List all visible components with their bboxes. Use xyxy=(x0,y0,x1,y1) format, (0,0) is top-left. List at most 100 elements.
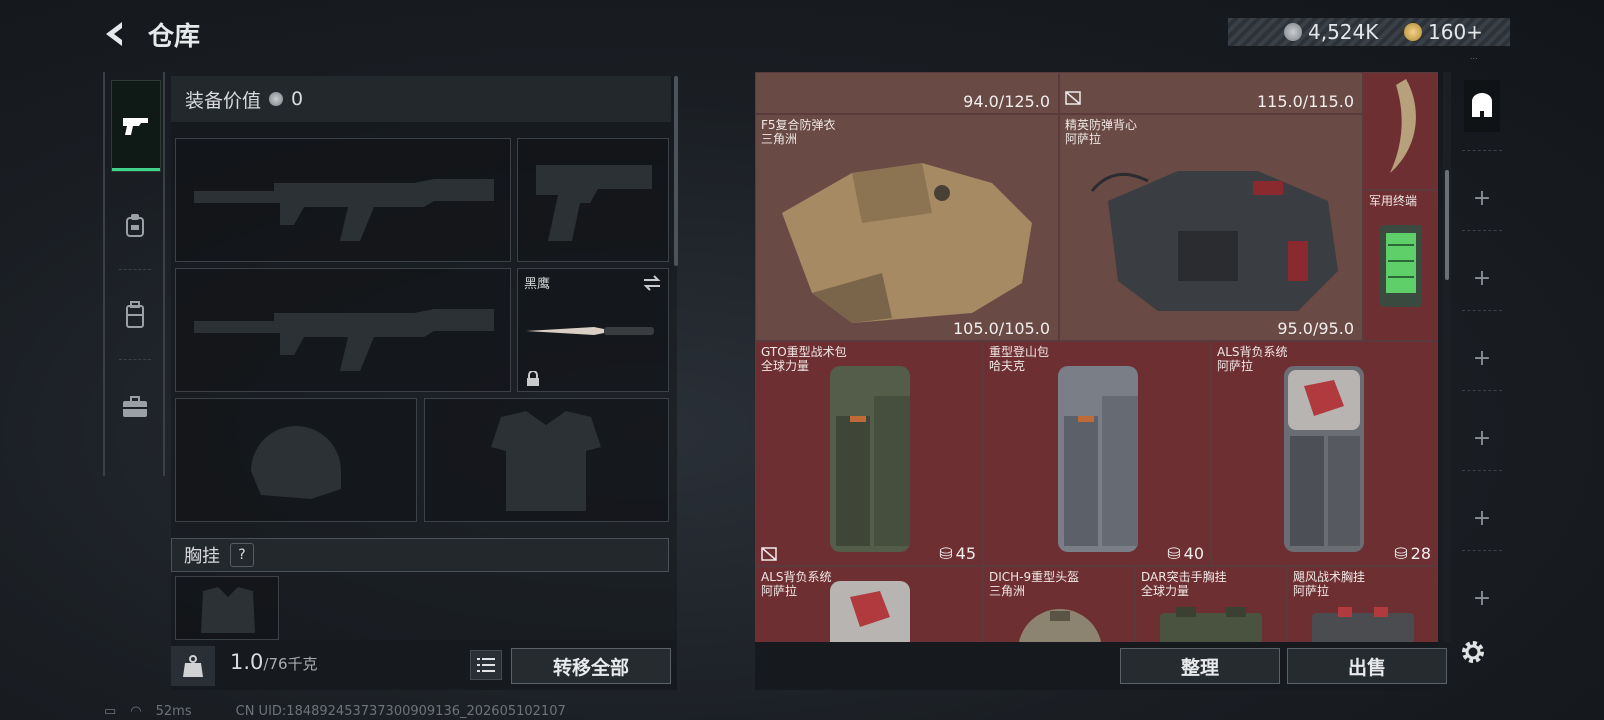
chest-rig-icon xyxy=(1160,607,1262,642)
swap-icon[interactable] xyxy=(642,275,662,291)
knife-icon xyxy=(526,327,654,335)
status-bar: ▭ ◠ 52ms CN UID:184892453737300909136_20… xyxy=(104,704,566,719)
ping-text: 52ms xyxy=(155,704,192,719)
tab-weapons[interactable] xyxy=(111,80,161,172)
sort-button[interactable]: 整理 xyxy=(1120,648,1280,684)
item-name: DAR突击手胸挂 全球力量 xyxy=(1141,570,1227,598)
grid-item-armor-top-2[interactable]: 115.0/115.0 xyxy=(1059,72,1363,114)
tab-backpack[interactable] xyxy=(111,270,159,360)
settings-gear-icon[interactable] xyxy=(1458,637,1488,667)
armor-slot[interactable] xyxy=(424,398,669,522)
grid-item-claw[interactable] xyxy=(1363,72,1438,190)
sell-button[interactable]: 出售 xyxy=(1287,648,1447,684)
red-grey-backpack-icon xyxy=(830,581,910,642)
add-container-icon[interactable]: + xyxy=(1468,584,1496,612)
equip-value-label: 装备价值 xyxy=(185,89,262,112)
gold-coin-icon xyxy=(1404,23,1422,41)
version-text: ... xyxy=(1470,52,1478,61)
durability: 94.0/125.0 xyxy=(963,92,1050,111)
battery-icon: ▭ xyxy=(104,704,117,719)
grid-item-dar-chest-rig[interactable]: DAR突击手胸挂 全球力量 xyxy=(1135,566,1287,642)
add-container-icon[interactable]: + xyxy=(1468,184,1496,212)
no-sale-icon xyxy=(1065,91,1081,105)
back-arrow-icon[interactable] xyxy=(100,18,132,50)
grid-item-hurricane-chest-rig[interactable]: 飓风战术胸挂 阿萨拉 xyxy=(1287,566,1438,642)
grid-item-armor-top-1[interactable]: 94.0/125.0 xyxy=(755,72,1059,114)
panel-scrollbar[interactable] xyxy=(674,76,678,266)
grid-scrollbar[interactable] xyxy=(1445,170,1449,280)
grid-scroll-track xyxy=(1443,72,1451,642)
item-name: F5复合防弹衣 三角洲 xyxy=(761,118,836,146)
camo-vest-icon xyxy=(782,163,1032,323)
chest-rig-header: 胸挂 ? xyxy=(171,538,669,572)
equipment-value: 装备价值 0 xyxy=(171,76,671,122)
grid-item-f5-vest[interactable]: F5复合防弹衣 三角洲 105.0/105.0 xyxy=(755,114,1059,341)
page-title: 仓库 xyxy=(148,22,201,52)
grid-item-gto-backpack[interactable]: GTO重型战术包 全球力量 ⛁ 45 xyxy=(755,341,983,566)
weight-small-icon: ⛁ xyxy=(1167,544,1181,563)
uid-text: CN UID:184892453737300909136_20260510210… xyxy=(235,704,566,719)
container-tabs: + + + + + + xyxy=(1454,72,1510,672)
grid-item-als-backpack[interactable]: ALS背负系统 阿萨拉 ⛁ 28 xyxy=(1211,341,1438,566)
money-coin-icon xyxy=(269,92,284,106)
green-backpack-icon xyxy=(830,366,910,552)
carry-weight: 1.0/76千克 xyxy=(230,650,318,674)
melee-slot-label: 黑鹰 xyxy=(524,277,551,292)
chest-rig-icon xyxy=(1312,607,1414,642)
category-tabs xyxy=(103,72,165,476)
add-container-icon[interactable]: + xyxy=(1468,424,1496,452)
money-display[interactable]: 4,524K xyxy=(1284,18,1378,46)
durability: 95.0/95.0 xyxy=(1277,319,1354,338)
grid-item-military-terminal[interactable]: 军用终端 xyxy=(1363,190,1438,341)
count-value: 45 xyxy=(955,544,976,563)
terminal-icon xyxy=(1380,225,1422,307)
money-coin-icon xyxy=(1284,23,1302,41)
help-icon[interactable]: ? xyxy=(230,543,254,567)
melee-slot[interactable]: 黑鹰 xyxy=(517,268,669,392)
weight-icon xyxy=(171,646,215,686)
briefcase-icon xyxy=(123,396,147,417)
count-value: 28 xyxy=(1410,544,1431,563)
primary-weapon-slot[interactable] xyxy=(175,138,511,262)
stash-icon xyxy=(1472,93,1492,117)
weight-small-icon: ⛁ xyxy=(939,544,953,563)
item-name: 军用终端 xyxy=(1369,194,1418,208)
add-container-icon[interactable]: + xyxy=(1468,504,1496,532)
weight-value: 1.0 xyxy=(230,650,264,674)
stash-grid: 94.0/125.0 115.0/115.0 F5复合防弹衣 三角洲 105.0… xyxy=(755,72,1438,642)
wifi-icon: ◠ xyxy=(130,704,142,719)
tab-case[interactable] xyxy=(111,362,159,452)
backpack-icon xyxy=(126,301,144,328)
list-icon xyxy=(477,658,495,672)
grid-item-als-backpack-2[interactable]: ALS背负系统 阿萨拉 xyxy=(755,566,983,642)
grey-backpack-icon xyxy=(1058,366,1138,552)
secondary-weapon-slot[interactable] xyxy=(175,268,511,392)
item-name: 飓风战术胸挂 阿萨拉 xyxy=(1293,570,1366,598)
grid-item-elite-vest[interactable]: 精英防弹背心 阿萨拉 95.0/95.0 xyxy=(1059,114,1363,341)
grid-item-dich-helmet[interactable]: DICH-9重型头盔 三角洲 xyxy=(983,566,1135,642)
chest-rig-silhouette-icon xyxy=(201,587,255,633)
count-value: 40 xyxy=(1183,544,1204,563)
equip-value: 0 xyxy=(291,88,304,110)
red-grey-backpack-icon xyxy=(1284,366,1364,552)
add-container-icon[interactable]: + xyxy=(1468,264,1496,292)
coin-display[interactable]: 160+ xyxy=(1404,18,1483,46)
add-container-icon[interactable]: + xyxy=(1468,344,1496,372)
helmet-vest-icon xyxy=(126,214,144,237)
stash-container-tab[interactable] xyxy=(1464,80,1500,132)
weight-max: /76千克 xyxy=(263,655,318,673)
durability: 115.0/115.0 xyxy=(1257,92,1354,111)
transfer-all-button[interactable]: 转移全部 xyxy=(511,648,671,684)
item-count: ⛁ 45 xyxy=(939,544,976,563)
list-view-button[interactable] xyxy=(470,650,502,680)
grid-item-climbing-backpack[interactable]: 重型登山包 哈夫克 ⛁ 40 xyxy=(983,341,1211,566)
durability: 105.0/105.0 xyxy=(953,319,1050,338)
chest-rig-slot[interactable] xyxy=(175,576,279,640)
money-value: 4,524K xyxy=(1308,20,1379,44)
helmet-slot[interactable] xyxy=(175,398,417,522)
pistol-slot[interactable] xyxy=(517,138,669,262)
item-count: ⛁ 40 xyxy=(1167,544,1204,563)
tab-gear[interactable] xyxy=(111,180,159,270)
rifle-silhouette-icon xyxy=(194,309,494,371)
helmet-silhouette-icon xyxy=(251,426,341,499)
